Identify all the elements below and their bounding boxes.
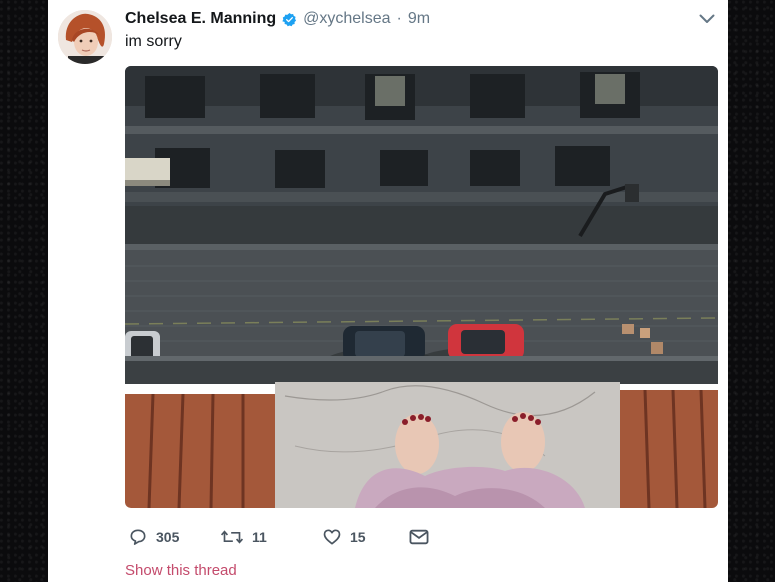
show-thread-link[interactable]: Show this thread bbox=[125, 562, 237, 579]
chevron-down-icon[interactable] bbox=[698, 12, 716, 26]
reply-icon bbox=[130, 529, 146, 545]
reply-count: 305 bbox=[156, 529, 180, 545]
separator-dot: · bbox=[396, 10, 402, 27]
like-button[interactable]: 15 bbox=[322, 527, 408, 547]
user-handle[interactable]: @xychelsea bbox=[303, 10, 390, 28]
tweet-timestamp[interactable]: 9m bbox=[408, 10, 430, 28]
like-count: 15 bbox=[350, 529, 366, 545]
tweet-text: im sorry bbox=[125, 33, 182, 50]
retweet-count: 11 bbox=[252, 529, 267, 545]
retweet-button[interactable]: 11 bbox=[220, 527, 322, 547]
retweet-icon bbox=[220, 530, 244, 544]
tweet-actions: 305 11 15 bbox=[128, 525, 448, 549]
mail-icon bbox=[409, 529, 429, 545]
verified-badge-icon bbox=[282, 12, 297, 26]
tweet-header: Chelsea E. Manning @xychelsea · 9m bbox=[125, 9, 430, 29]
avatar[interactable] bbox=[58, 10, 112, 64]
reply-button[interactable]: 305 bbox=[128, 527, 220, 547]
balcony-street-photo bbox=[125, 66, 718, 508]
display-name[interactable]: Chelsea E. Manning bbox=[125, 10, 276, 28]
avatar-image bbox=[58, 10, 112, 64]
tweet-photo[interactable] bbox=[125, 66, 718, 508]
heart-icon bbox=[323, 529, 341, 545]
direct-message-button[interactable] bbox=[408, 528, 430, 546]
